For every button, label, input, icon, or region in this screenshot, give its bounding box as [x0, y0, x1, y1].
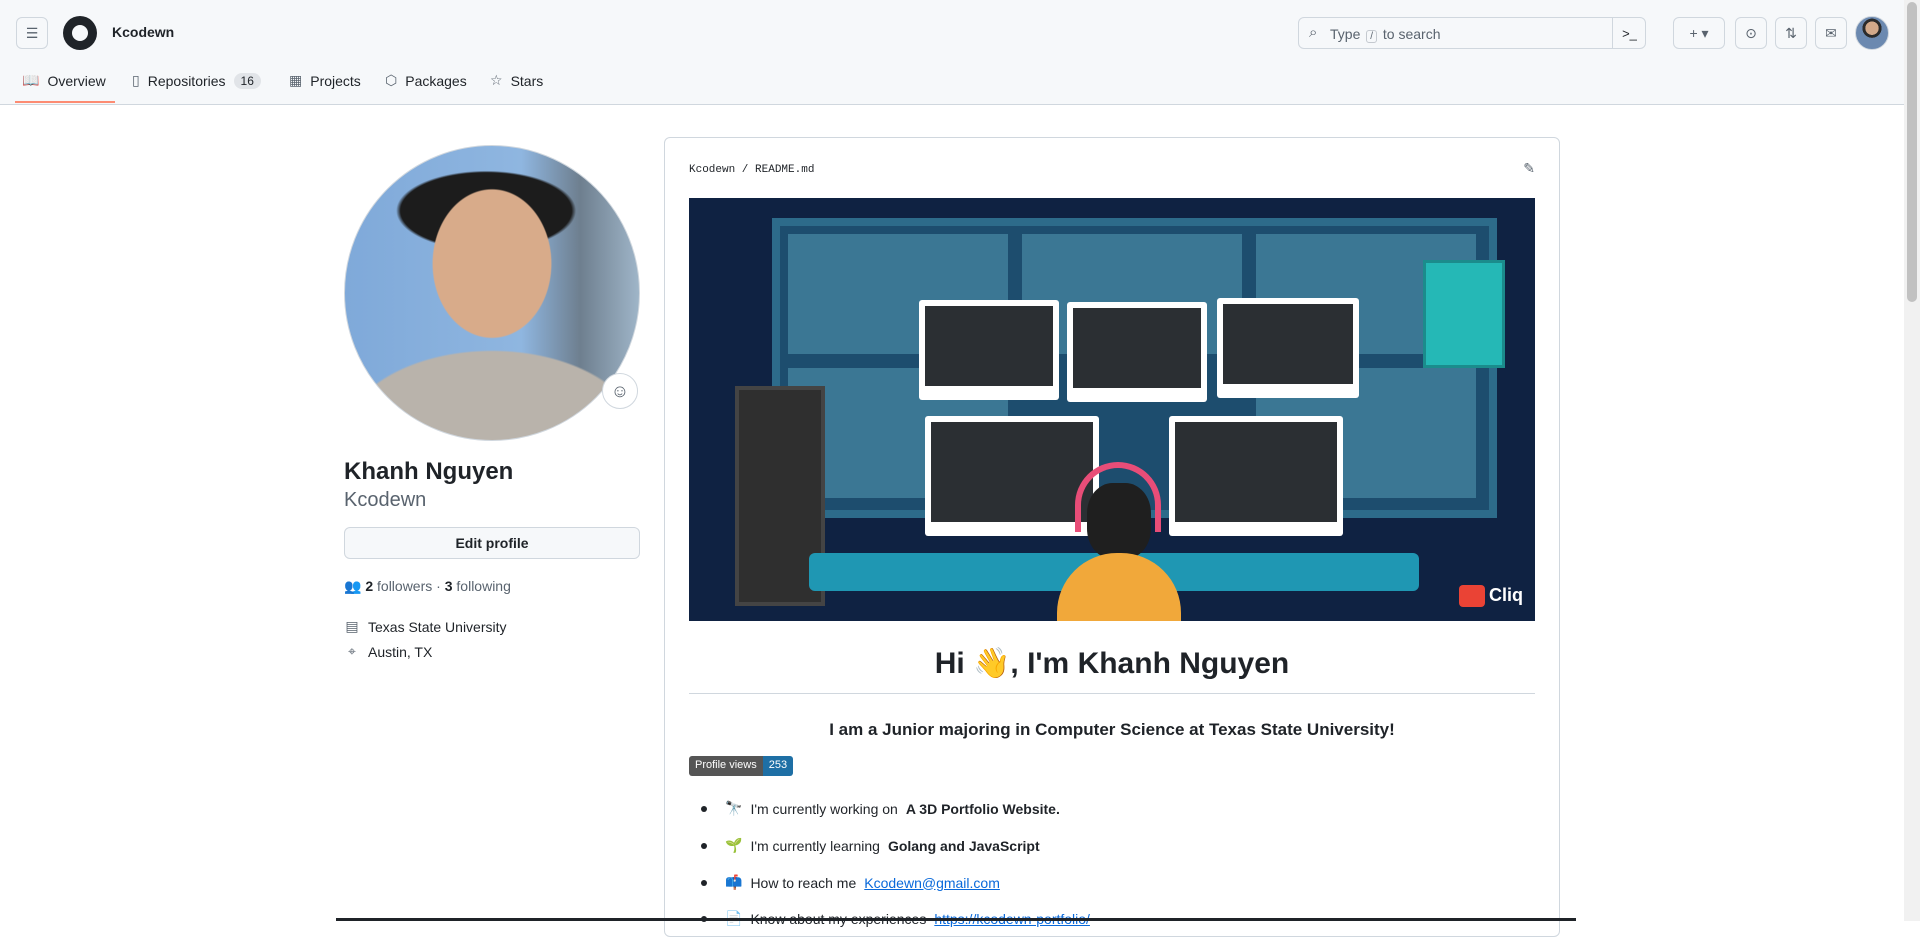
tab-label: Packages	[405, 72, 467, 89]
menu-icon[interactable]: ☰	[16, 17, 48, 49]
list-item: 🌱 I'm currently learning Golang and Java…	[701, 837, 1040, 854]
readme-banner-image: Cliq	[689, 198, 1535, 621]
people-icon: 👥	[344, 578, 362, 594]
tab-overview[interactable]: 📖 Overview	[22, 72, 106, 89]
cliq-logo: Cliq	[1459, 585, 1523, 607]
email-link[interactable]: Kcodewn@gmail.com	[864, 875, 1000, 891]
organization-icon: ▤	[345, 618, 359, 634]
tab-stars[interactable]: ☆ Stars	[490, 72, 543, 89]
organization-item: ▤ Texas State University	[344, 618, 507, 635]
set-status-smiley-icon[interactable]: ☺	[602, 373, 638, 409]
tab-label: Projects	[310, 72, 361, 89]
profile-avatar[interactable]	[344, 145, 640, 441]
table-icon: ▦	[289, 72, 303, 88]
edit-profile-button[interactable]: Edit profile	[344, 527, 640, 559]
inbox-icon[interactable]: ✉	[1815, 17, 1847, 49]
seedling-icon: 🌱	[725, 837, 743, 853]
create-new-button[interactable]: + ▾	[1673, 17, 1725, 49]
list-item: 🔭 I'm currently working on A 3D Portfoli…	[701, 800, 1060, 817]
header-username[interactable]: Kcodewn	[112, 24, 174, 40]
location-pin-icon: ⌖	[348, 643, 356, 659]
page-scrollbar[interactable]	[1904, 0, 1920, 921]
follow-stats: 👥 2 followers · 3 following	[344, 578, 511, 595]
github-logo-icon[interactable]	[63, 16, 97, 50]
book-icon: 📖	[22, 72, 40, 88]
repo-count-badge: 16	[233, 72, 261, 89]
tab-repositories[interactable]: ▯ Repositories 16	[132, 72, 261, 89]
separator-dot: ·	[436, 578, 441, 594]
followers-link[interactable]: 2 followers	[365, 578, 432, 594]
mailbox-icon: 📫	[725, 874, 743, 890]
plus-icon: + ▾	[1689, 24, 1709, 41]
location-item: ⌖ Austin, TX	[344, 643, 432, 660]
search-input[interactable]: ⌕ Type / to search >_	[1298, 17, 1646, 49]
command-palette-icon[interactable]: >_	[1612, 17, 1646, 49]
location-text: Austin, TX	[368, 643, 433, 660]
active-tab-indicator	[15, 101, 115, 103]
search-icon: ⌕	[1309, 24, 1318, 41]
following-link[interactable]: 3 following	[445, 578, 511, 594]
readme-card: Kcodewn / README.md ✎ Cliq Hi 👋, I'm Kha…	[664, 137, 1560, 937]
list-item: 📫 How to reach me Kcodewn@gmail.com	[701, 874, 1000, 891]
profile-nav	[0, 66, 1904, 105]
edit-pencil-icon[interactable]: ✎	[1523, 160, 1535, 177]
tab-projects[interactable]: ▦ Projects	[289, 72, 361, 89]
issues-icon[interactable]: ⊙	[1735, 17, 1767, 49]
package-icon: ⬡	[385, 72, 398, 88]
profile-views-badge: Profile views 253	[689, 756, 794, 776]
pull-requests-icon[interactable]: ⇅	[1775, 17, 1807, 49]
scrollbar-thumb[interactable]	[1907, 2, 1917, 302]
organization-text: Texas State University	[368, 618, 507, 635]
badge-count: 253	[762, 756, 794, 776]
readme-path[interactable]: Kcodewn / README.md	[689, 164, 814, 176]
star-icon: ☆	[490, 72, 503, 88]
heading-divider	[689, 693, 1535, 694]
notes-board	[1423, 260, 1505, 368]
repo-icon: ▯	[132, 72, 140, 88]
search-placeholder: Type / to search	[1330, 26, 1441, 43]
telescope-icon: 🔭	[725, 800, 743, 816]
tab-packages[interactable]: ⬡ Packages	[385, 72, 467, 89]
tab-label: Overview	[47, 72, 106, 89]
profile-full-name: Khanh Nguyen	[344, 458, 514, 485]
readme-tagline: I am a Junior majoring in Computer Scien…	[829, 720, 1395, 739]
tab-label: Repositories	[147, 72, 226, 89]
badge-label: Profile views	[689, 756, 763, 776]
readme-heading: Hi 👋, I'm Khanh Nguyen	[934, 647, 1290, 680]
tab-label: Stars	[510, 72, 544, 89]
user-avatar[interactable]	[1855, 16, 1889, 50]
profile-username: Kcodewn	[344, 489, 427, 511]
